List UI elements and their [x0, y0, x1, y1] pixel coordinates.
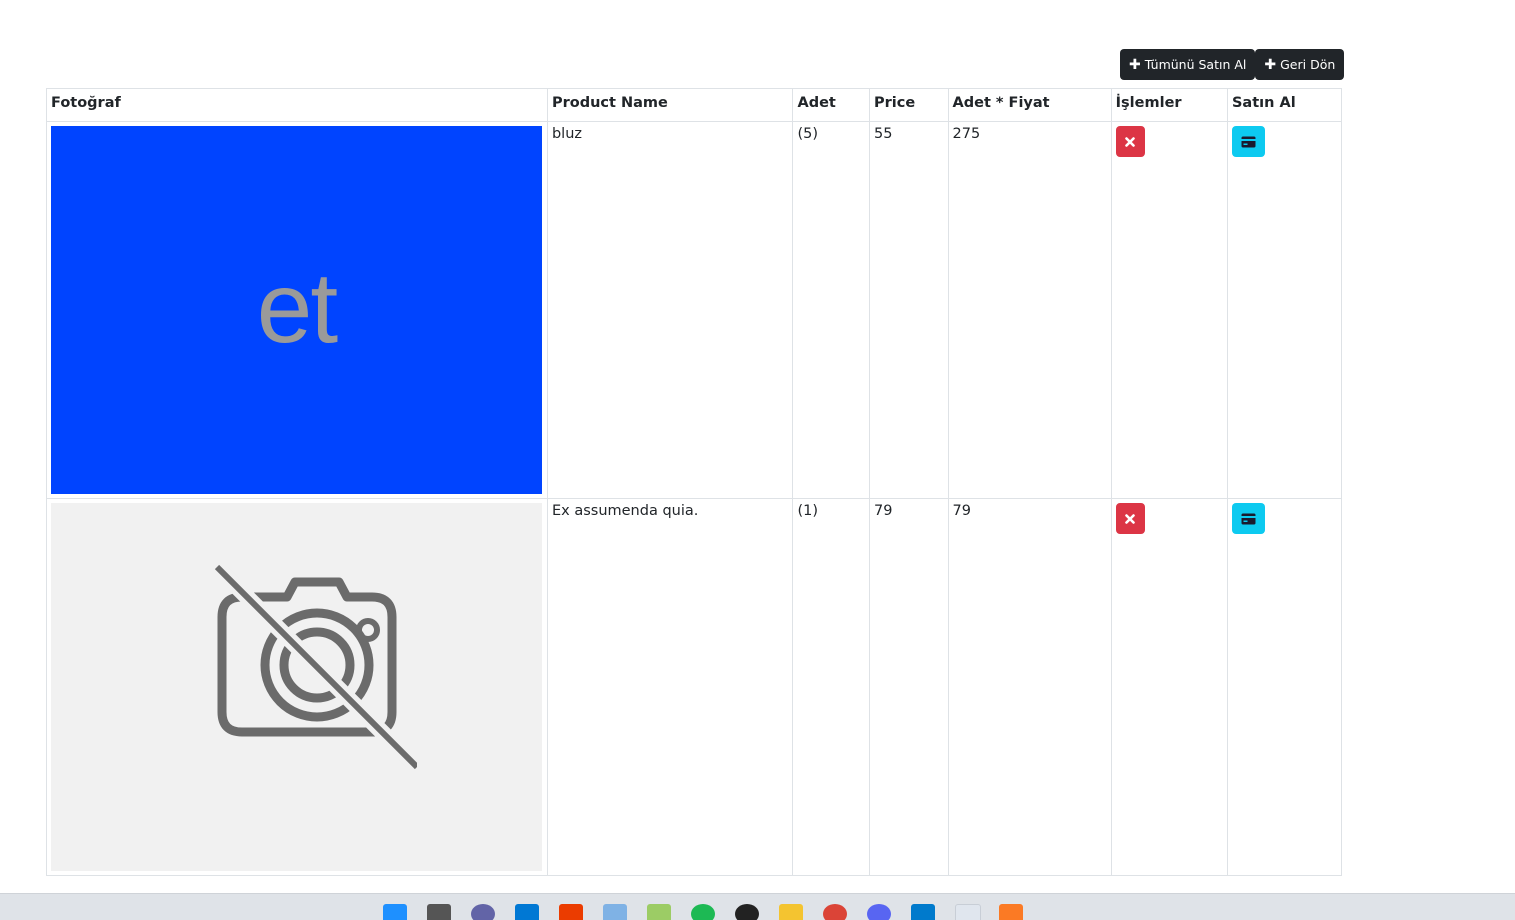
close-icon [1125, 513, 1135, 524]
task-view-icon[interactable] [427, 904, 451, 920]
price-cell: 55 [868, 121, 949, 499]
chrome-icon[interactable] [823, 904, 847, 920]
snipping-tool-icon[interactable] [955, 904, 981, 920]
credit-card-icon [1241, 136, 1256, 147]
xampp-icon[interactable] [999, 904, 1023, 920]
close-icon [1125, 136, 1135, 147]
photo-cell [46, 498, 548, 876]
quantity-cell: (5) [792, 121, 870, 499]
mail-icon[interactable] [603, 904, 627, 920]
buy-item-button[interactable] [1231, 503, 1265, 534]
header-quantity: Adet [792, 88, 870, 122]
buy-cell [1226, 498, 1343, 876]
operations-cell [1110, 121, 1228, 499]
plus-icon: ✚ [1264, 56, 1277, 73]
go-back-label: Geri Dön [1280, 57, 1336, 72]
page: ✚ Tümünü Satın Al ✚ Geri Dön Fotoğraf Pr… [0, 0, 1515, 920]
vscode-icon[interactable] [911, 904, 935, 920]
buy-all-button[interactable]: ✚ Tümünü Satın Al [1120, 49, 1256, 80]
header-operations: İşlemler [1110, 88, 1228, 122]
file-explorer-icon[interactable] [779, 904, 803, 920]
toolbar: ✚ Tümünü Satın Al ✚ Geri Dön [1120, 49, 1345, 80]
photo-cell: et [46, 121, 548, 499]
product-image: et [51, 126, 542, 494]
quantity-cell: (1) [792, 498, 870, 876]
buy-all-label: Tümünü Satın Al [1144, 57, 1247, 72]
store-icon[interactable] [515, 904, 539, 920]
go-back-button[interactable]: ✚ Geri Dön [1255, 49, 1345, 80]
buy-cell [1226, 121, 1343, 499]
header-photo: Fotoğraf [46, 88, 548, 122]
discord-icon[interactable] [867, 904, 891, 920]
credit-card-icon [1241, 513, 1256, 524]
remove-item-button[interactable] [1115, 503, 1145, 534]
remove-item-button[interactable] [1115, 126, 1145, 157]
total-cell: 79 [947, 498, 1112, 876]
operations-cell [1110, 498, 1228, 876]
no-photo-image [51, 503, 542, 871]
header-product-name: Product Name [546, 88, 794, 122]
product-name-cell: bluz [546, 121, 794, 499]
windows-start-icon[interactable] [383, 904, 407, 920]
recorder-icon[interactable] [735, 904, 759, 920]
total-cell: 275 [947, 121, 1112, 499]
header-total: Adet * Fiyat [947, 88, 1112, 122]
cart-table: Fotoğraf Product Name Adet Price Adet * … [46, 88, 1343, 876]
price-cell: 79 [868, 498, 949, 876]
table-row: Ex assumenda quia. (1) 79 79 [46, 498, 1343, 876]
table-row: et bluz (5) 55 275 [46, 121, 1343, 499]
teams-icon[interactable] [471, 904, 495, 920]
product-image-text: et [256, 251, 338, 364]
header-price: Price [868, 88, 949, 122]
plus-icon: ✚ [1129, 56, 1141, 73]
office-icon[interactable] [559, 904, 583, 920]
table-header-row: Fotoğraf Product Name Adet Price Adet * … [46, 88, 1343, 122]
no-photo-camera-icon [210, 561, 417, 773]
header-buy: Satın Al [1226, 88, 1343, 122]
spotify-icon[interactable] [691, 904, 715, 920]
notepad-icon[interactable] [647, 904, 671, 920]
product-name-cell: Ex assumenda quia. [546, 498, 794, 876]
taskbar [0, 893, 1515, 920]
buy-item-button[interactable] [1231, 126, 1265, 157]
